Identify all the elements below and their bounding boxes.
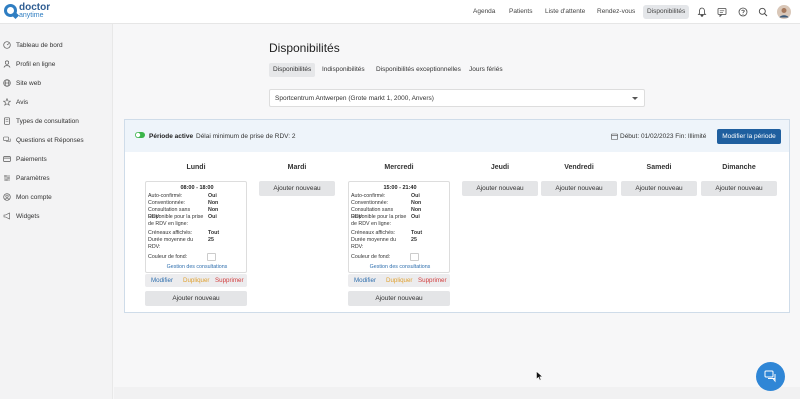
duplicate-button[interactable]: Dupliquer <box>183 277 209 284</box>
manage-consultations-link[interactable]: Gestion des consultations <box>146 264 248 270</box>
day-name: Mercredi <box>384 164 414 171</box>
add-new-button[interactable]: Ajouter nouveau <box>621 181 697 196</box>
delete-button[interactable]: Supprimer <box>215 277 244 284</box>
calendar-icon <box>611 133 618 140</box>
mouse-cursor-icon <box>536 371 544 381</box>
nav-agenda[interactable]: Agenda <box>469 5 499 19</box>
star-icon <box>3 98 11 106</box>
chat-icon <box>764 370 776 383</box>
nav-availabilities[interactable]: Disponibilités <box>643 5 690 19</box>
add-new-button[interactable]: Ajouter nouveau <box>701 181 777 196</box>
chat-bubbles-icon <box>3 136 11 142</box>
credit-card-icon <box>3 156 11 162</box>
sidebar-item-label: Questions et Réponses <box>16 136 84 144</box>
slot-actions: Modifier Dupliquer Supprimer <box>145 274 247 287</box>
account-icon <box>3 193 11 201</box>
toggle-on-icon <box>135 132 145 138</box>
period-card: Période active Délai minimum de prise de… <box>124 119 790 313</box>
slot-time: 08:00 - 18:00 <box>180 185 214 191</box>
avatar[interactable] <box>777 5 791 19</box>
day-name: Dimanche <box>722 164 756 171</box>
slot-time: 15:00 - 21:40 <box>383 185 417 191</box>
tab-disponibilites[interactable]: Disponibilités <box>269 63 316 77</box>
nav-appointments[interactable]: Rendez-vous <box>593 5 639 19</box>
document-icon <box>4 117 10 125</box>
modify-button[interactable]: Modifier <box>354 277 376 284</box>
sidebar-item-dashboard[interactable]: Tableau de bord <box>3 40 63 50</box>
add-new-button[interactable]: Ajouter nouveau <box>259 181 335 196</box>
user-icon <box>3 60 11 68</box>
location-select[interactable]: Sportcentrum Antwerpen (Grote markt 1, 2… <box>269 89 645 107</box>
day-name: Vendredi <box>564 164 594 171</box>
add-new-button[interactable]: Ajouter nouveau <box>462 181 538 196</box>
background-color-swatch[interactable] <box>207 253 216 261</box>
day-name: Samedi <box>646 164 672 171</box>
background-color-swatch[interactable] <box>410 253 419 261</box>
brand-sub: anytime <box>19 12 44 19</box>
availability-slot: 08:00 - 18:00 Auto-confirmé: Oui Conventi… <box>145 181 247 273</box>
sidebar-item-settings[interactable]: Paramètres <box>3 173 50 183</box>
message-icon[interactable] <box>717 7 727 17</box>
sidebar-item-label: Widgets <box>16 212 40 220</box>
modify-button[interactable]: Modifier <box>151 277 173 284</box>
sidebar-item-my-account[interactable]: Mon compte <box>3 192 52 202</box>
day-name: Jeudi <box>490 164 510 171</box>
sidebar-item-website[interactable]: Site web <box>3 78 41 88</box>
top-bar: doctor anytime Agenda Patients Liste d'a… <box>0 0 800 24</box>
slot-actions: Modifier Dupliquer Supprimer <box>348 274 450 287</box>
megaphone-icon <box>3 212 10 220</box>
help-icon[interactable] <box>738 7 748 17</box>
bell-icon[interactable] <box>697 7 707 17</box>
support-chat-button[interactable] <box>756 362 785 391</box>
location-select-value: Sportcentrum Antwerpen (Grote markt 1, 2… <box>275 95 434 102</box>
sidebar-item-label: Site web <box>16 79 41 87</box>
period-header: Période active Délai minimum de prise de… <box>125 120 789 152</box>
period-dates: Début: 01/02/2023 Fin: Illimité <box>620 133 707 140</box>
globe-icon <box>3 79 11 87</box>
period-status: Période active <box>149 133 194 140</box>
page-title: Disponibilités <box>269 41 340 55</box>
sidebar-item-label: Types de consultation <box>16 117 79 125</box>
sidebar-item-label: Mon compte <box>16 193 52 201</box>
sidebar-item-consultation-types[interactable]: Types de consultation <box>3 116 79 126</box>
sidebar-item-label: Tableau de bord <box>16 41 63 49</box>
manage-consultations-link[interactable]: Gestion des consultations <box>349 264 451 270</box>
day-name: Lundi <box>186 164 206 171</box>
nav-waiting-list[interactable]: Liste d'attente <box>541 5 589 19</box>
sidebar-item-label: Paiements <box>16 155 47 163</box>
edit-period-button[interactable]: Modifier la période <box>717 129 781 144</box>
delete-button[interactable]: Supprimer <box>418 277 447 284</box>
sidebar-item-online-profile[interactable]: Profil en ligne <box>3 59 55 69</box>
sidebar-item-qa[interactable]: Questions et Réponses <box>3 135 84 145</box>
sidebar-item-label: Paramètres <box>16 174 50 182</box>
tab-holidays[interactable]: Jours fériés <box>465 63 507 77</box>
sidebar-item-label: Profil en ligne <box>16 60 56 68</box>
add-new-button[interactable]: Ajouter nouveau <box>541 181 617 196</box>
sidebar-item-label: Avis <box>16 98 29 106</box>
tab-indisponibilites[interactable]: Indisponibilités <box>318 63 369 77</box>
day-name: Mardi <box>287 164 307 171</box>
sidebar-item-widgets[interactable]: Widgets <box>3 211 39 221</box>
add-new-button[interactable]: Ajouter nouveau <box>145 291 247 306</box>
sidebar-item-reviews[interactable]: Avis <box>3 97 28 107</box>
tab-exceptional[interactable]: Disponibilités exceptionnelles <box>372 63 465 77</box>
availability-slot: 15:00 - 21:40 Auto-confirmé: Oui Conventi… <box>348 181 450 273</box>
footer-strip <box>114 387 800 399</box>
main-content: Disponibilités Disponibilités Indisponib… <box>114 24 800 399</box>
search-icon[interactable] <box>758 7 768 17</box>
add-new-button[interactable]: Ajouter nouveau <box>348 291 450 306</box>
sidebar: Tableau de bord Profil en ligne Site web… <box>0 24 113 399</box>
period-toggle[interactable] <box>135 132 145 138</box>
sidebar-item-payments[interactable]: Paiements <box>3 154 47 164</box>
duplicate-button[interactable]: Dupliquer <box>386 277 412 284</box>
nav-patients[interactable]: Patients <box>505 5 537 19</box>
sliders-icon <box>4 174 10 182</box>
period-delay: Délai minimum de prise de RDV: 2 <box>196 133 296 140</box>
dashboard-icon <box>3 41 11 49</box>
chevron-down-icon <box>632 97 638 100</box>
